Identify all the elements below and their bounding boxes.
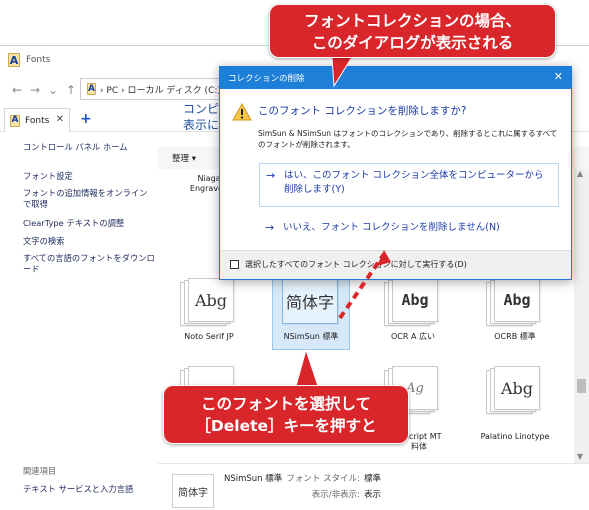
delete-collection-yes-button[interactable]: → はい、このフォント コレクション全体をコンピューターから削除します(Y): [259, 163, 559, 207]
font-preview: Abg: [486, 366, 542, 414]
main-heading: コンピ 表示に: [183, 101, 219, 133]
related-heading: 関連項目: [23, 466, 57, 476]
fonts-app-icon: A: [8, 53, 20, 67]
font-preview: 简体字: [282, 278, 338, 326]
details-visibility-value: 表示: [364, 490, 382, 500]
font-sample: Abg: [401, 291, 429, 309]
dialog-footer: 選択したすべてのフォント コレクションに対して実行する(D): [220, 250, 571, 279]
sidebar-link-download-fonts[interactable]: すべての言語のフォントをダウンロード: [23, 253, 157, 275]
sidebar-link-font-settings[interactable]: フォント設定: [23, 171, 73, 182]
scroll-up-arrow[interactable]: ▲: [577, 169, 583, 178]
details-style-label: フォント スタイル:: [286, 474, 360, 484]
font-tile-palatino[interactable]: Abg Palatino Linotype: [472, 360, 558, 450]
organize-button[interactable]: 整理 ▾: [172, 152, 196, 164]
scroll-down-arrow[interactable]: ▼: [577, 452, 583, 461]
details-font-preview: 简体字: [172, 474, 214, 508]
font-tile-nsimsun[interactable]: 简体字 NSimSun 標準: [268, 272, 354, 362]
dialog-title: コレクションの削除: [228, 74, 305, 84]
dialog-titlebar: コレクションの削除 ✕: [220, 67, 571, 89]
font-sample: Abg: [503, 291, 531, 309]
font-sample: Abg: [194, 290, 228, 310]
font-sample: Abg: [500, 378, 534, 398]
details-style-value: 標準: [364, 474, 382, 484]
details-pane: 简体字 NSimSun 標準 フォント スタイル: 標準 表示/非表示: 表示: [158, 463, 589, 510]
apply-all-checkbox[interactable]: [230, 260, 239, 269]
address-bar[interactable]: A › PC › ローカル ディスク (C:): [80, 78, 220, 100]
address-path: › PC › ローカル ディスク (C:): [99, 85, 220, 96]
option-yes-label: はい、このフォント コレクション全体をコンピューターから削除します(Y): [284, 170, 544, 195]
sidebar-link-text-services[interactable]: テキスト サービスと入力言語: [23, 484, 133, 495]
callout-bottom-line1: このフォントを選択して: [200, 395, 372, 413]
callout-top-line1: フォントコレクションの場合、: [303, 12, 521, 30]
font-preview: Abg: [486, 278, 542, 326]
font-tile-noto-serif-jp[interactable]: Abg Noto Serif JP: [166, 272, 252, 362]
tab-label: Fonts: [25, 115, 50, 126]
main-heading-line1: コンピ: [183, 102, 220, 116]
font-tile-ocrb[interactable]: Abg OCRB 標準: [472, 272, 558, 362]
callout-bottom-line2: ［Delete］キーを押すと: [195, 417, 377, 435]
scroll-thumb[interactable]: [577, 379, 586, 393]
font-preview: Abg: [180, 278, 236, 326]
up-button[interactable]: ↑: [62, 83, 80, 97]
option-no-label: いいえ、フォント コレクションを削除しません(N): [283, 222, 500, 233]
sidebar-link-cleartype[interactable]: ClearType テキストの調整: [23, 218, 124, 229]
sidebar-home-link[interactable]: コントロール パネル ホーム: [23, 142, 128, 153]
callout-bottom: このフォントを選択して ［Delete］キーを押すと: [163, 385, 409, 444]
dialog-question: このフォント コレクションを削除しますか?: [258, 105, 467, 117]
font-tile-name: OCR A 広い: [391, 332, 435, 341]
close-icon[interactable]: ✕: [56, 114, 64, 125]
window-title: Fonts: [26, 55, 51, 65]
forward-button[interactable]: →: [26, 83, 44, 97]
callout-top-line2: このダイアログが表示される: [311, 34, 514, 52]
warning-icon: [232, 103, 252, 121]
tab-fonts[interactable]: A Fonts ✕: [4, 108, 70, 132]
details-visibility-label: 表示/非表示:: [311, 490, 360, 500]
recent-locations-button[interactable]: ⌄: [44, 83, 62, 97]
details-font-name: NSimSun 標準: [224, 474, 283, 484]
apply-all-label[interactable]: 選択したすべてのフォント コレクションに対して実行する(D): [245, 259, 467, 270]
close-icon[interactable]: ✕: [554, 70, 563, 83]
fonts-app-icon: A: [10, 114, 20, 127]
back-button[interactable]: ←: [8, 83, 26, 97]
main-heading-line2: 表示に: [183, 118, 220, 132]
font-preview: Abg: [384, 278, 440, 326]
font-tile-ocr-a[interactable]: Abg OCR A 広い: [370, 272, 456, 362]
vertical-scrollbar[interactable]: ▲ ▼: [574, 169, 589, 463]
sidebar: コントロール パネル ホーム フォント設定 フォントの追加情報をオンラインで取得…: [0, 134, 158, 510]
dialog-description: SimSun & NSimSun はフォントのコレクションであり、削除するとこれ…: [258, 129, 558, 149]
delete-collection-dialog: コレクションの削除 ✕ このフォント コレクションを削除しますか? SimSun…: [219, 66, 572, 280]
callout-top: フォントコレクションの場合、 このダイアログが表示される: [269, 4, 556, 58]
font-tile-name: NSimSun 標準: [283, 332, 339, 341]
font-tile-name: Noto Serif JP: [184, 332, 234, 341]
sidebar-link-find-character[interactable]: 文字の検索: [23, 236, 65, 247]
font-tile-name: OCRB 標準: [494, 332, 536, 341]
arrow-right-icon: →: [266, 169, 276, 182]
font-tile-name: Palatino Linotype: [480, 432, 550, 441]
fonts-app-icon: A: [87, 83, 96, 95]
delete-collection-no-button[interactable]: → いいえ、フォント コレクションを削除しません(N): [259, 219, 559, 239]
font-sample: 简体字: [285, 293, 334, 312]
arrow-right-icon: →: [265, 221, 275, 234]
plus-icon[interactable]: +: [80, 111, 92, 127]
sidebar-link-get-more-fonts[interactable]: フォントの追加情報をオンラインで取得: [23, 188, 151, 210]
